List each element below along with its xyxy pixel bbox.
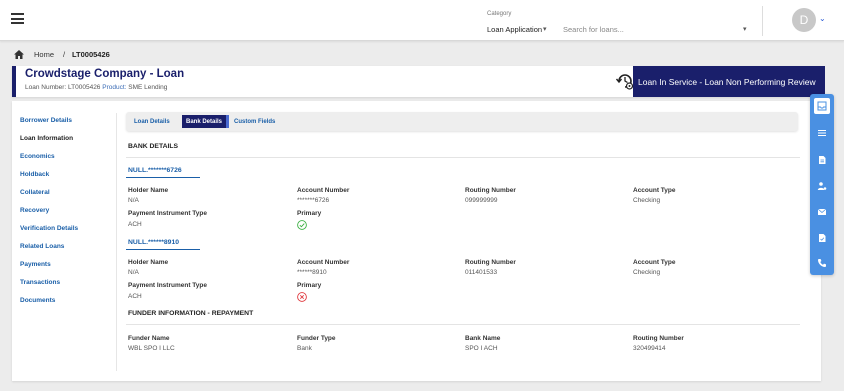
divider bbox=[126, 324, 800, 325]
check-circle-icon bbox=[297, 220, 307, 230]
divider bbox=[116, 113, 117, 371]
sidebar-item-holdback[interactable]: Holdback bbox=[20, 171, 49, 178]
close-circle-icon bbox=[297, 292, 307, 302]
sidebar-item-borrower-details[interactable]: Borrower Details bbox=[20, 117, 72, 124]
holder-name-label: Holder Name bbox=[128, 259, 169, 266]
tab-bar: Loan Details Bank Details Custom Fields bbox=[126, 112, 798, 131]
account-type-value: Checking bbox=[633, 269, 661, 276]
menu-icon[interactable] bbox=[11, 13, 24, 24]
page-title: Crowdstage Company - Loan bbox=[25, 68, 185, 80]
bank-name-label: Bank Name bbox=[465, 335, 501, 342]
breadcrumb-separator: / bbox=[63, 50, 66, 59]
home-icon[interactable] bbox=[14, 50, 24, 59]
account-title: NULL.*******6726 bbox=[128, 167, 182, 174]
funder-name-value: WBL SPO I LLC bbox=[128, 345, 175, 352]
category-label: Category bbox=[487, 11, 512, 17]
breadcrumb-current: LT0005426 bbox=[72, 50, 110, 59]
divider bbox=[126, 157, 800, 158]
loan-number-label: Loan Number: bbox=[25, 84, 67, 91]
sidebar-item-transactions[interactable]: Transactions bbox=[20, 279, 60, 286]
section-title-bank-details: BANK DETAILS bbox=[128, 143, 179, 150]
loan-status-banner: Loan In Service - Loan Non Performing Re… bbox=[633, 66, 825, 97]
routing-number-value: 011401533 bbox=[465, 269, 498, 276]
holder-name-value: N/A bbox=[128, 197, 139, 204]
document-icon[interactable] bbox=[814, 152, 830, 168]
loan-subtitle: Loan Number: LT0005426 Product: SME Lend… bbox=[25, 84, 167, 91]
category-select[interactable]: Loan Application bbox=[487, 25, 542, 34]
routing-number-label: Routing Number bbox=[465, 259, 516, 266]
account-number-label: Account Number bbox=[297, 259, 350, 266]
product-value: SME Lending bbox=[128, 84, 168, 91]
history-settings-icon[interactable] bbox=[615, 71, 635, 91]
sidebar-item-documents[interactable]: Documents bbox=[20, 297, 55, 304]
account-type-value: Checking bbox=[633, 197, 661, 204]
routing-number-value: 320499414 bbox=[633, 345, 666, 352]
sidebar-item-loan-information[interactable]: Loan Information bbox=[20, 135, 73, 142]
section-title-funder-information: FUNDER INFORMATION - REPAYMENT bbox=[128, 310, 254, 317]
breadcrumb-home[interactable]: Home bbox=[34, 50, 54, 59]
routing-number-label: Routing Number bbox=[465, 187, 516, 194]
primary-label: Primary bbox=[297, 210, 322, 217]
sidebar-item-related-loans[interactable]: Related Loans bbox=[20, 243, 64, 250]
mail-icon[interactable] bbox=[814, 204, 830, 220]
caret-down-icon[interactable]: ▾ bbox=[543, 25, 547, 33]
right-action-rail bbox=[810, 94, 834, 275]
funder-type-label: Funder Type bbox=[297, 335, 336, 342]
account-title: NULL.******8910 bbox=[128, 239, 179, 246]
routing-number-value: 099999999 bbox=[465, 197, 498, 204]
funder-type-value: Bank bbox=[297, 345, 312, 352]
avatar[interactable]: D bbox=[792, 8, 816, 32]
account-number-value: ******8910 bbox=[297, 269, 327, 276]
tab-bank-details[interactable]: Bank Details bbox=[182, 115, 230, 128]
product-label: Product: bbox=[102, 84, 127, 91]
caret-down-icon[interactable]: ▾ bbox=[743, 25, 747, 33]
loan-header: Crowdstage Company - Loan Loan Number: L… bbox=[12, 66, 825, 97]
holder-name-label: Holder Name bbox=[128, 187, 169, 194]
account-type-label: Account Type bbox=[633, 259, 676, 266]
top-bar: Category Loan Application ▾ ▾ D ⌄ bbox=[0, 0, 844, 41]
account-type-label: Account Type bbox=[633, 187, 676, 194]
account-underline bbox=[126, 249, 200, 250]
payment-instrument-type-value: ACH bbox=[128, 221, 142, 228]
loan-number: LT0005426 bbox=[68, 84, 101, 91]
funder-name-label: Funder Name bbox=[128, 335, 170, 342]
inbox-icon[interactable] bbox=[814, 98, 830, 114]
account-number-label: Account Number bbox=[297, 187, 350, 194]
search-input[interactable] bbox=[563, 23, 755, 36]
payment-instrument-type-value: ACH bbox=[128, 293, 142, 300]
sidebar-item-recovery[interactable]: Recovery bbox=[20, 207, 49, 214]
phone-icon[interactable] bbox=[814, 255, 830, 271]
tab-custom-fields[interactable]: Custom Fields bbox=[234, 115, 275, 128]
note-icon[interactable] bbox=[814, 230, 830, 246]
divider bbox=[762, 6, 763, 36]
payment-instrument-type-label: Payment Instrument Type bbox=[128, 210, 207, 217]
tab-loan-details[interactable]: Loan Details bbox=[134, 115, 170, 128]
sidebar-item-economics[interactable]: Economics bbox=[20, 153, 55, 160]
routing-number-label: Routing Number bbox=[633, 335, 684, 342]
primary-label: Primary bbox=[297, 282, 322, 289]
sidebar-item-payments[interactable]: Payments bbox=[20, 261, 51, 268]
account-number-value: *******6726 bbox=[297, 197, 330, 204]
payment-instrument-type-label: Payment Instrument Type bbox=[128, 282, 207, 289]
sidebar-item-verification-details[interactable]: Verification Details bbox=[20, 225, 78, 232]
bank-name-value: SPO I ACH bbox=[465, 345, 498, 352]
main-panel: Borrower Details Loan Information Econom… bbox=[12, 101, 821, 381]
account-underline bbox=[126, 177, 200, 178]
people-icon[interactable] bbox=[814, 178, 830, 194]
sidebar-item-collateral[interactable]: Collateral bbox=[20, 189, 50, 196]
holder-name-value: N/A bbox=[128, 269, 139, 276]
chevron-down-icon[interactable]: ⌄ bbox=[819, 14, 826, 23]
list-icon[interactable] bbox=[814, 125, 830, 141]
